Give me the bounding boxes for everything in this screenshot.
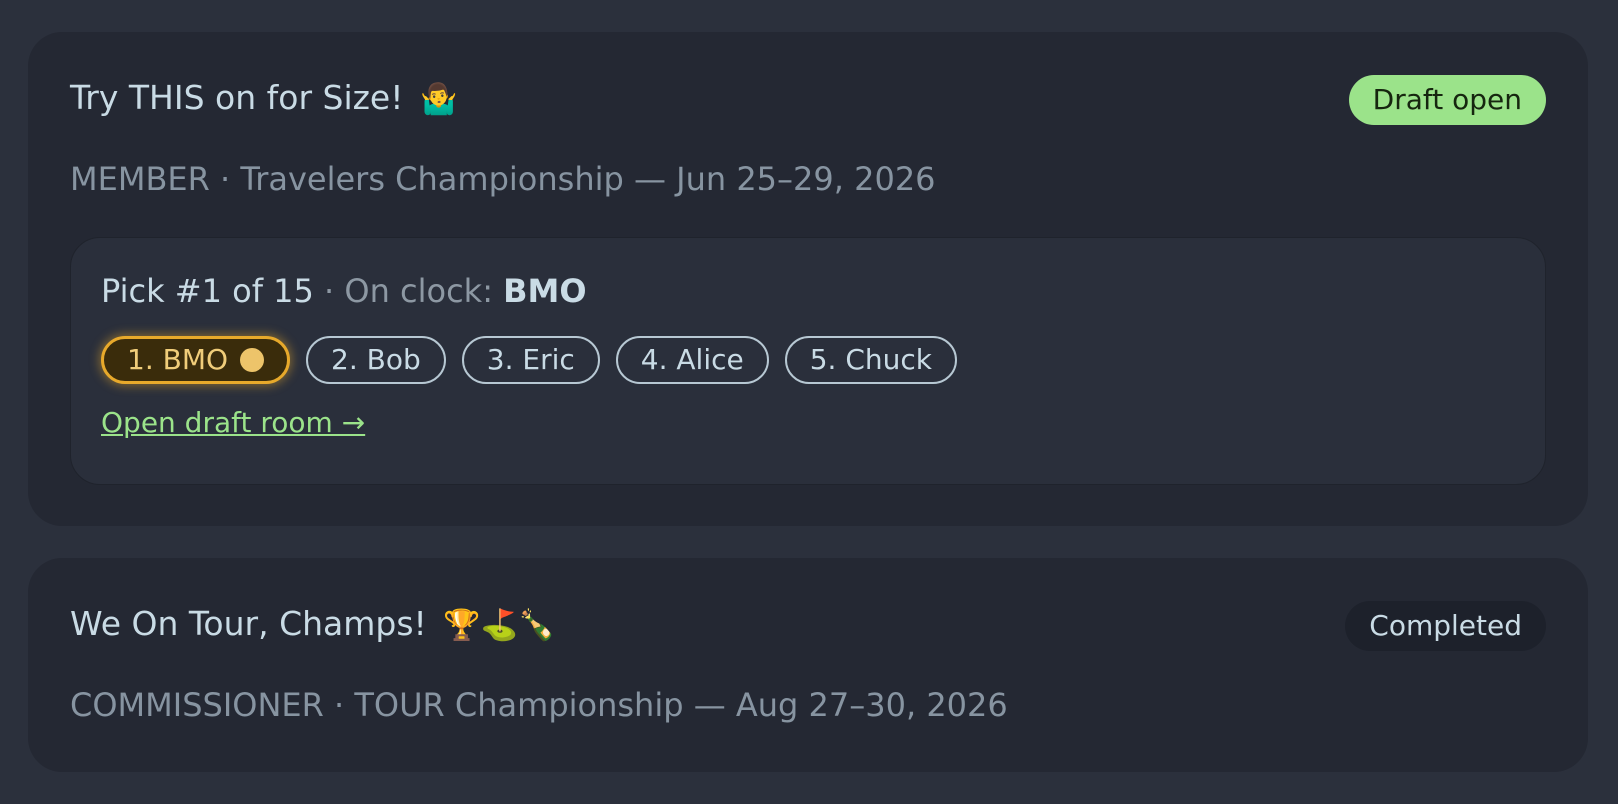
on-clock-dot-icon	[240, 348, 265, 372]
draft-order-chip: 2. Bob	[306, 336, 446, 384]
chip-label: 3. Eric	[486, 343, 575, 376]
league-title[interactable]: We On Tour, Champs! 🏆⛳🍾	[70, 604, 555, 643]
chip-label: 5. Chuck	[809, 343, 932, 376]
draft-order-chip: 4. Alice	[615, 336, 769, 384]
shrug-emoji-icon: 🤷‍♂️	[419, 82, 458, 117]
on-clock-name: BMO	[503, 272, 587, 310]
league-title-text: Try THIS on for Size!	[70, 78, 404, 117]
on-clock-label: On clock:	[344, 272, 493, 310]
league-card[interactable]: Try THIS on for Size! 🤷‍♂️ Draft open ME…	[28, 32, 1588, 526]
draft-order-chip: 3. Eric	[461, 336, 600, 384]
draft-order-chip-active: 1. BMO	[101, 336, 291, 384]
chip-label: 1. BMO	[127, 343, 229, 376]
draft-panel: Pick #1 of 15 · On clock: BMO 1. BMO 2. …	[70, 237, 1546, 485]
draft-order: 1. BMO 2. Bob 3. Eric 4. Alice 5. Chuck	[101, 336, 957, 384]
open-draft-room-link[interactable]: Open draft room →	[101, 406, 365, 439]
draft-order-chip: 5. Chuck	[784, 336, 957, 384]
chip-label: 2. Bob	[331, 343, 421, 376]
chip-label: 4. Alice	[640, 343, 744, 376]
trophy-golf-champagne-icon: 🏆⛳🍾	[443, 608, 556, 643]
pick-status: Pick #1 of 15 · On clock: BMO	[101, 272, 587, 310]
pick-separator: ·	[324, 272, 335, 310]
status-badge: Completed	[1345, 601, 1546, 651]
league-title[interactable]: Try THIS on for Size! 🤷‍♂️	[70, 78, 457, 117]
pick-count: Pick #1 of 15	[101, 272, 314, 310]
league-subtitle: MEMBER · Travelers Championship — Jun 25…	[70, 160, 936, 198]
league-subtitle: COMMISSIONER · TOUR Championship — Aug 2…	[70, 686, 1008, 724]
status-badge: Draft open	[1348, 75, 1546, 125]
league-title-text: We On Tour, Champs!	[70, 604, 427, 643]
league-card[interactable]: We On Tour, Champs! 🏆⛳🍾 Completed COMMIS…	[28, 558, 1588, 772]
